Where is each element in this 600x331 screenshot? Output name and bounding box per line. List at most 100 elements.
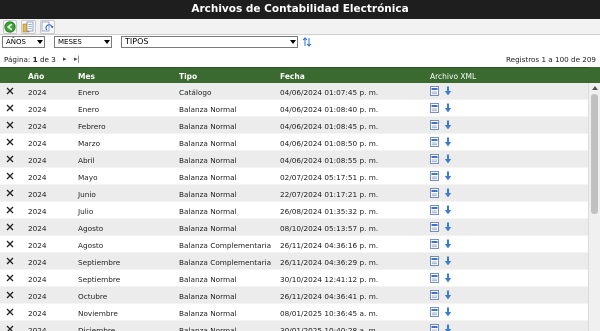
- delete-x-icon[interactable]: [5, 222, 15, 232]
- download-arrow-icon[interactable]: [444, 290, 452, 300]
- cell-type: Balanza Normal: [179, 309, 237, 318]
- download-arrow-icon[interactable]: [444, 120, 452, 130]
- table-row[interactable]: 2024 Noviembre Balanza Normal 08/01/2025 10…: [0, 304, 588, 321]
- xml-file-icon[interactable]: [430, 120, 439, 130]
- xml-file-icon[interactable]: [430, 307, 439, 317]
- column-header-date[interactable]: Fecha: [280, 72, 305, 81]
- xml-file-icon[interactable]: [430, 324, 439, 331]
- sort-arrows-icon[interactable]: [302, 37, 312, 47]
- cell-year: 2024: [28, 224, 47, 233]
- download-arrow-icon[interactable]: [444, 188, 452, 198]
- back-button[interactable]: [3, 20, 17, 34]
- cell-date: 22/07/2024 01:17:21 p. m.: [280, 190, 379, 199]
- table-row[interactable]: 2024 Diciembre Balanza Normal 30/01/2025 10…: [0, 321, 588, 331]
- cell-year: 2024: [28, 122, 47, 131]
- xml-file-icon[interactable]: [430, 273, 439, 283]
- download-arrow-icon[interactable]: [444, 222, 452, 232]
- download-arrow-icon[interactable]: [444, 86, 452, 96]
- download-arrow-icon[interactable]: [444, 103, 452, 113]
- delete-x-icon[interactable]: [5, 307, 15, 317]
- delete-x-icon[interactable]: [5, 103, 15, 113]
- delete-x-icon[interactable]: [5, 239, 15, 249]
- table-row[interactable]: 2024 Septiembre Balanza Complementaria 26/1…: [0, 253, 588, 270]
- download-arrow-icon[interactable]: [444, 239, 452, 249]
- table-row[interactable]: 2024 Enero Catálogo 04/06/2024 01:07:45 p. …: [0, 83, 588, 100]
- column-header-month[interactable]: Mes: [78, 72, 95, 81]
- delete-x-icon[interactable]: [5, 273, 15, 283]
- table-row[interactable]: 2024 Febrero Balanza Normal 04/06/2024 01:0…: [0, 117, 588, 134]
- xml-file-icon[interactable]: [430, 188, 439, 198]
- next-page-icon[interactable]: ▸: [63, 55, 67, 63]
- delete-x-icon[interactable]: [5, 120, 15, 130]
- xml-file-icon[interactable]: [430, 205, 439, 215]
- year-select[interactable]: AÑOS: [2, 36, 45, 48]
- download-arrow-icon[interactable]: [444, 154, 452, 164]
- column-header-year[interactable]: Año: [28, 72, 44, 81]
- download-arrow-icon[interactable]: [444, 273, 452, 283]
- scroll-up-icon[interactable]: [592, 86, 598, 90]
- delete-x-icon[interactable]: [5, 154, 15, 164]
- delete-x-icon[interactable]: [5, 324, 15, 331]
- download-arrow-icon[interactable]: [444, 324, 452, 331]
- scrollbar-thumb[interactable]: [591, 94, 598, 214]
- xml-file-icon[interactable]: [430, 103, 439, 113]
- cell-month: Julio: [78, 207, 94, 216]
- xml-file-icon[interactable]: [430, 86, 439, 96]
- xml-file-icon[interactable]: [430, 171, 439, 181]
- type-select[interactable]: TIPOS: [121, 36, 298, 48]
- refresh-arrows-icon: [41, 21, 54, 32]
- delete-x-icon[interactable]: [5, 256, 15, 266]
- table-row[interactable]: 2024 Abril Balanza Normal 04/06/2024 01:08:…: [0, 151, 588, 168]
- xml-file-icon[interactable]: [430, 290, 439, 300]
- records-count: Registros 1 a 100 de 209: [506, 55, 596, 64]
- cell-date: 02/07/2024 05:17:51 p. m.: [280, 173, 379, 182]
- download-arrow-icon[interactable]: [444, 307, 452, 317]
- xml-file-icon[interactable]: [430, 154, 439, 164]
- cell-type: Balanza Normal: [179, 292, 237, 301]
- last-page-icon[interactable]: ▸|: [74, 55, 80, 63]
- table-row[interactable]: 2024 Octubre Balanza Normal 26/11/2024 04:3…: [0, 287, 588, 304]
- delete-x-icon[interactable]: [5, 188, 15, 198]
- month-select[interactable]: MESES: [54, 36, 112, 48]
- cell-date: 26/08/2024 01:35:32 p. m.: [280, 207, 379, 216]
- cell-year: 2024: [28, 275, 47, 284]
- table-row[interactable]: 2024 Julio Balanza Normal 26/08/2024 01:35:…: [0, 202, 588, 219]
- table-row[interactable]: 2024 Agosto Balanza Complementaria 26/11/20…: [0, 236, 588, 253]
- cell-type: Balanza Complementaria: [179, 241, 272, 250]
- type-select-value: TIPOS: [125, 37, 149, 46]
- download-arrow-icon[interactable]: [444, 256, 452, 266]
- table-row[interactable]: 2024 Septiembre Balanza Normal 30/10/2024 1…: [0, 270, 588, 287]
- xml-file-icon[interactable]: [430, 222, 439, 232]
- download-arrow-icon[interactable]: [444, 171, 452, 181]
- cell-year: 2024: [28, 156, 47, 165]
- cell-type: Balanza Normal: [179, 224, 237, 233]
- delete-x-icon[interactable]: [5, 205, 15, 215]
- table-row[interactable]: 2024 Marzo Balanza Normal 04/06/2024 01:08:…: [0, 134, 588, 151]
- delete-x-icon[interactable]: [5, 290, 15, 300]
- xml-file-icon[interactable]: [430, 239, 439, 249]
- cell-year: 2024: [28, 326, 47, 331]
- cell-year: 2024: [28, 88, 47, 97]
- xml-file-icon[interactable]: [430, 256, 439, 266]
- delete-x-icon[interactable]: [5, 137, 15, 147]
- column-header-type[interactable]: Tipo: [179, 72, 197, 81]
- table-row[interactable]: 2024 Agosto Balanza Normal 08/10/2024 05:13…: [0, 219, 588, 236]
- cell-year: 2024: [28, 258, 47, 267]
- table-row[interactable]: 2024 Mayo Balanza Normal 02/07/2024 05:17:5…: [0, 168, 588, 185]
- cell-year: 2024: [28, 207, 47, 216]
- cell-month: Abril: [78, 156, 95, 165]
- cell-year: 2024: [28, 309, 47, 318]
- download-arrow-icon[interactable]: [444, 137, 452, 147]
- refresh-button[interactable]: [40, 20, 55, 34]
- cell-month: Junio: [78, 190, 96, 199]
- table-row[interactable]: 2024 Enero Balanza Normal 04/06/2024 01:08:…: [0, 100, 588, 117]
- delete-x-icon[interactable]: [5, 86, 15, 96]
- reports-button[interactable]: [21, 20, 36, 34]
- delete-x-icon[interactable]: [5, 171, 15, 181]
- cell-month: Mayo: [78, 173, 98, 182]
- table-row[interactable]: 2024 Junio Balanza Normal 22/07/2024 01:17:…: [0, 185, 588, 202]
- xml-file-icon[interactable]: [430, 137, 439, 147]
- column-header-xml[interactable]: Archivo XML: [430, 72, 476, 81]
- download-arrow-icon[interactable]: [444, 205, 452, 215]
- vertical-scrollbar[interactable]: [588, 83, 600, 331]
